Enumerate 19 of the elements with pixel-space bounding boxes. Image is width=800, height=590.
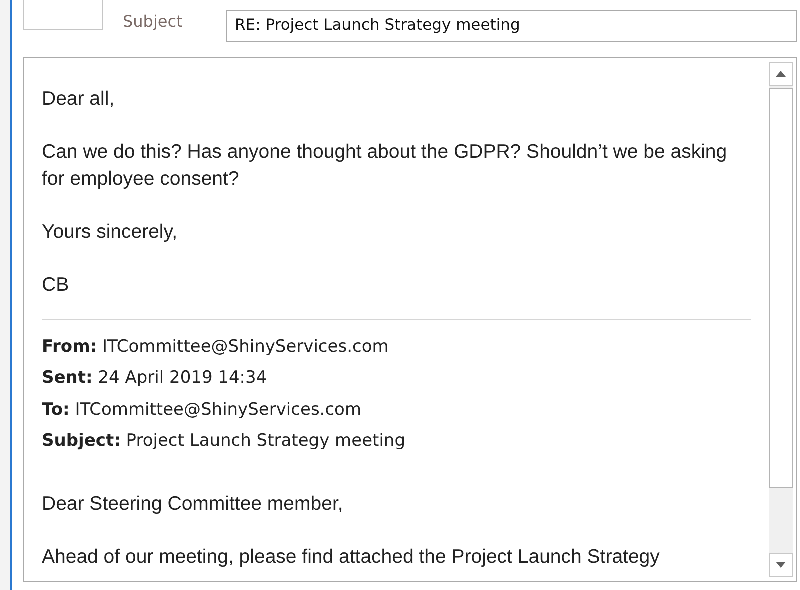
body-paragraph: Yours sincerely,	[42, 220, 178, 245]
scroll-up-button[interactable]	[769, 62, 793, 86]
scroll-down-button[interactable]	[769, 553, 793, 577]
subject-field[interactable]: RE: Project Launch Strategy meeting	[226, 10, 797, 42]
body-paragraph: Ahead of our meeting, please find attached the Project Launch Strategy	[42, 545, 661, 570]
scrollbar-thumb[interactable]	[769, 88, 793, 488]
up-arrow-icon	[775, 70, 787, 78]
quoted-header-line: To: ITCommittee@ShinyServices.com	[42, 398, 363, 422]
body-paragraph: CB	[42, 273, 70, 298]
body-paragraph: Dear Steering Committee member,	[42, 492, 344, 518]
quoted-header-line: Sent: 24 April 2019 14:34	[42, 367, 268, 390]
scrollbar[interactable]	[769, 62, 793, 577]
quoted-header-line: Subject: Project Launch Strategy meeting	[42, 430, 406, 453]
down-arrow-icon	[775, 561, 787, 569]
body-paragraph: Dear all,	[42, 87, 116, 112]
body-paragraph: Can we do this? Has anyone thought about the GDPR? Shouldn’t we be asking for employee consent?	[42, 140, 728, 192]
quoted-header-line: From: ITCommittee@ShinyServices.com	[42, 336, 390, 359]
subject-label: Subject	[123, 12, 184, 31]
message-body[interactable]	[23, 57, 797, 582]
